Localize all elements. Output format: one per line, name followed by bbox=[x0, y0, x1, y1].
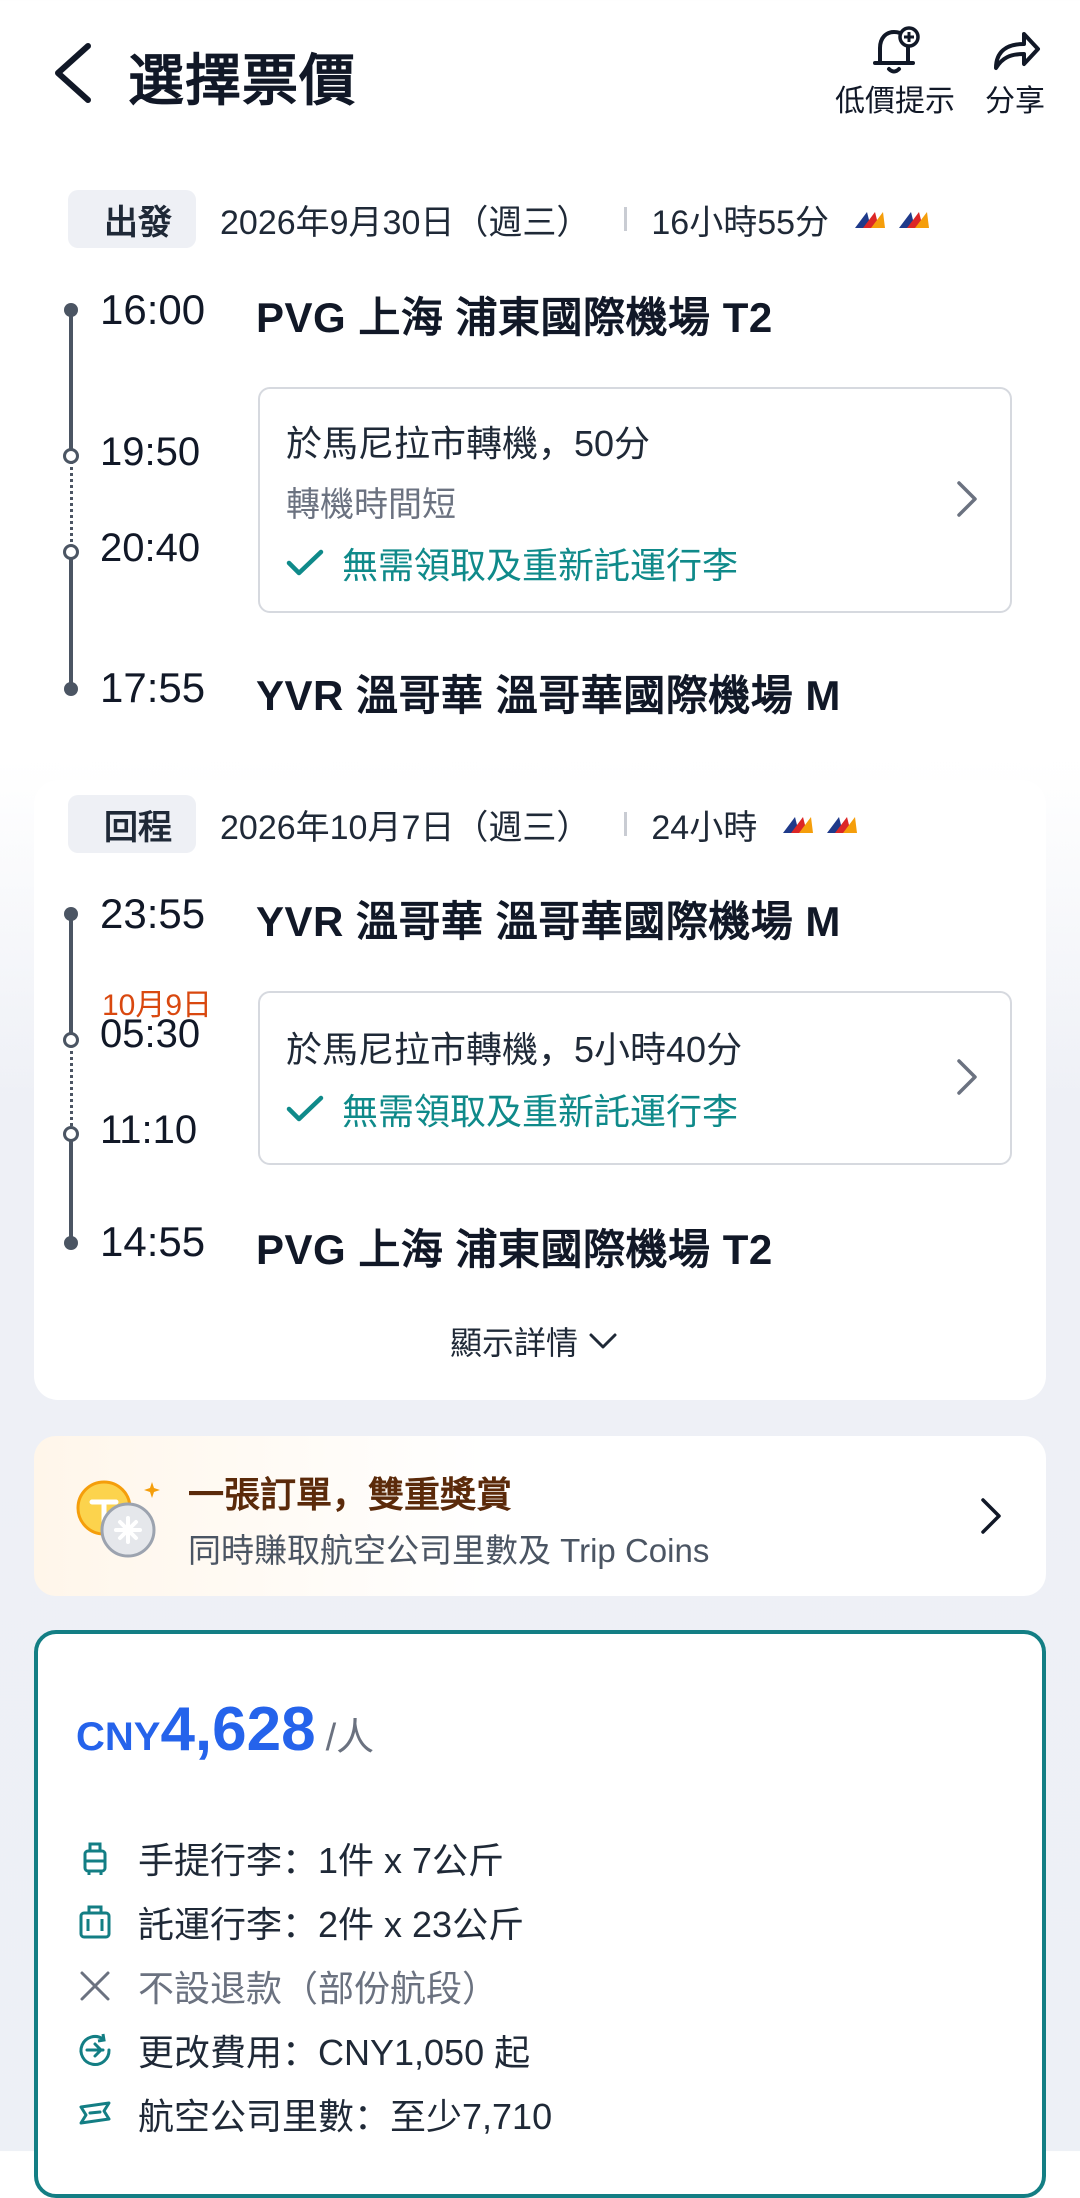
show-details-label: 顯示詳情 bbox=[450, 1325, 579, 1361]
outbound-header: 出發 2026年9月30日（週三） 16小時55分 bbox=[68, 190, 1048, 248]
price-per-person: /人 bbox=[325, 1717, 375, 1759]
chevron-right-icon bbox=[981, 1498, 1001, 1534]
rewards-banner[interactable]: 一張訂單，雙重獎賞 同時賺取航空公司里數及 Trip Coins bbox=[34, 1436, 1046, 1596]
return-duration: 24小時 bbox=[651, 808, 758, 847]
feature-text: 更改費用：CNY1,050 起 bbox=[138, 2032, 531, 2073]
airline-logos bbox=[853, 208, 931, 230]
airline-logo-icon bbox=[827, 817, 858, 833]
return-header: 回程 2026年10月7日（週三） 24小時 bbox=[68, 795, 1048, 853]
feature-text: 託運行李：2件 x 23公斤 bbox=[138, 1904, 525, 1945]
miles-icon bbox=[79, 2101, 111, 2125]
timeline-rail bbox=[69, 555, 73, 685]
return-depart-airport: YVR 溫哥華 溫哥華國際機場 M bbox=[256, 898, 841, 945]
promo-title: 一張訂單，雙重獎賞 bbox=[188, 1474, 513, 1515]
coins-icon bbox=[76, 1480, 160, 1558]
promo-subtitle: 同時賺取航空公司里數及 Trip Coins bbox=[188, 1532, 710, 1569]
chevron-down-icon bbox=[589, 1333, 617, 1349]
return-stop-depart-time: 11:10 bbox=[100, 1108, 198, 1152]
return-transfer-info-card[interactable]: 於馬尼拉市轉機，5小時40分 無需領取及重新託運行李 bbox=[258, 991, 1012, 1165]
timeline-dotted bbox=[70, 1044, 73, 1132]
check-icon bbox=[286, 549, 324, 576]
show-details-button[interactable]: 顯示詳情 bbox=[450, 1318, 618, 1364]
stop-depart-time: 20:40 bbox=[100, 526, 201, 570]
timeline-stop-dot bbox=[63, 1126, 79, 1142]
timeline-dotted bbox=[70, 460, 73, 550]
baggage-note: 無需領取及重新託運行李 bbox=[286, 1083, 738, 1135]
fare-card[interactable]: CNY 4,628 /人 手提行李：1件 x 7公斤 託運行李：2件 x 23公… bbox=[34, 1630, 1046, 2198]
airline-logos bbox=[781, 813, 859, 835]
timeline-dot bbox=[64, 303, 78, 317]
return-arrive-time: 14:55 bbox=[100, 1218, 206, 1265]
timeline-stop-dot bbox=[63, 448, 79, 464]
timeline-rail bbox=[69, 912, 73, 1034]
airline-logo-icon bbox=[783, 817, 814, 833]
timeline-dot bbox=[64, 907, 78, 921]
return-tag: 回程 bbox=[68, 795, 196, 853]
share-label: 分享 bbox=[985, 85, 1045, 118]
arrive-time: 17:55 bbox=[100, 664, 206, 711]
timeline-rail bbox=[69, 310, 73, 450]
timeline-dot bbox=[64, 1236, 78, 1250]
baggage-note: 無需領取及重新託運行李 bbox=[286, 537, 738, 589]
price-currency: CNY bbox=[76, 1715, 161, 1759]
price-amount: 4,628 bbox=[160, 1695, 316, 1764]
divider bbox=[624, 812, 628, 836]
price-alert-label: 低價提示 bbox=[835, 85, 955, 118]
arrive-airport: YVR 溫哥華 溫哥華國際機場 M bbox=[256, 672, 841, 719]
outbound-date: 2026年9月30日（週三） bbox=[220, 203, 591, 242]
feature-miles: 航空公司里數：至少7,710 bbox=[76, 2082, 552, 2146]
feature-refund: 不設退款（部份航段） bbox=[76, 1954, 552, 2018]
timeline-rail bbox=[69, 1136, 73, 1244]
feature-text: 手提行李：1件 x 7公斤 bbox=[138, 1840, 505, 1881]
divider bbox=[624, 207, 628, 231]
baggage-note-text: 無需領取及重新託運行李 bbox=[342, 1091, 739, 1132]
page-title: 選擇票價 bbox=[128, 49, 356, 112]
timeline-dot bbox=[64, 682, 78, 696]
feature-change-fee: 更改費用：CNY1,050 起 bbox=[76, 2018, 552, 2082]
feature-text: 不設退款（部份航段） bbox=[138, 1968, 499, 2009]
feature-checked-bag: 託運行李：2件 x 23公斤 bbox=[76, 1890, 552, 1954]
feature-carry-on: 手提行李：1件 x 7公斤 bbox=[76, 1826, 552, 1890]
transfer-text: 於馬尼拉市轉機，50分 bbox=[286, 423, 651, 464]
outbound-duration: 16小時55分 bbox=[651, 203, 830, 242]
x-icon bbox=[80, 1971, 110, 2001]
short-transfer-note: 轉機時間短 bbox=[286, 486, 456, 524]
carry-on-bag-icon bbox=[83, 1842, 107, 1875]
plane-change-icon bbox=[79, 2033, 111, 2066]
transfer-info-card[interactable]: 於馬尼拉市轉機，50分 轉機時間短 無需領取及重新託運行李 bbox=[258, 387, 1012, 613]
share-button[interactable]: 分享 bbox=[972, 24, 1058, 120]
return-stop-arrive-time: 05:30 bbox=[100, 1012, 201, 1056]
chevron-right-icon bbox=[957, 481, 977, 517]
depart-time: 16:00 bbox=[100, 286, 206, 333]
price-alert-button[interactable]: 低價提示 bbox=[830, 24, 960, 120]
return-arrive-airport: PVG 上海 浦東國際機場 T2 bbox=[256, 1226, 773, 1273]
feature-text: 航空公司里數：至少7,710 bbox=[138, 2096, 553, 2137]
fare-features: 手提行李：1件 x 7公斤 託運行李：2件 x 23公斤 不設退款（部份航段） … bbox=[76, 1826, 552, 2146]
airline-logo-icon bbox=[855, 212, 886, 228]
return-depart-time: 23:55 bbox=[100, 890, 206, 937]
transfer-text: 於馬尼拉市轉機，5小時40分 bbox=[286, 1029, 743, 1070]
checked-bag-icon bbox=[79, 1905, 111, 1939]
baggage-note-text: 無需領取及重新託運行李 bbox=[342, 545, 739, 586]
depart-airport: PVG 上海 浦東國際機場 T2 bbox=[256, 294, 773, 341]
airline-logo-icon bbox=[899, 212, 930, 228]
stop-arrive-time: 19:50 bbox=[100, 430, 201, 474]
timeline-stop-dot bbox=[63, 544, 79, 560]
fare-price: CNY 4,628 /人 bbox=[76, 1694, 374, 1765]
share-arrow-icon bbox=[994, 32, 1040, 70]
outbound-tag: 出發 bbox=[68, 190, 196, 248]
chevron-left-icon bbox=[55, 43, 91, 103]
check-icon bbox=[286, 1095, 324, 1122]
bell-plus-icon bbox=[873, 26, 920, 74]
chevron-right-icon bbox=[957, 1059, 977, 1095]
return-date: 2026年10月7日（週三） bbox=[220, 808, 591, 847]
back-button[interactable] bbox=[48, 40, 108, 106]
timeline-stop-dot bbox=[63, 1032, 79, 1048]
